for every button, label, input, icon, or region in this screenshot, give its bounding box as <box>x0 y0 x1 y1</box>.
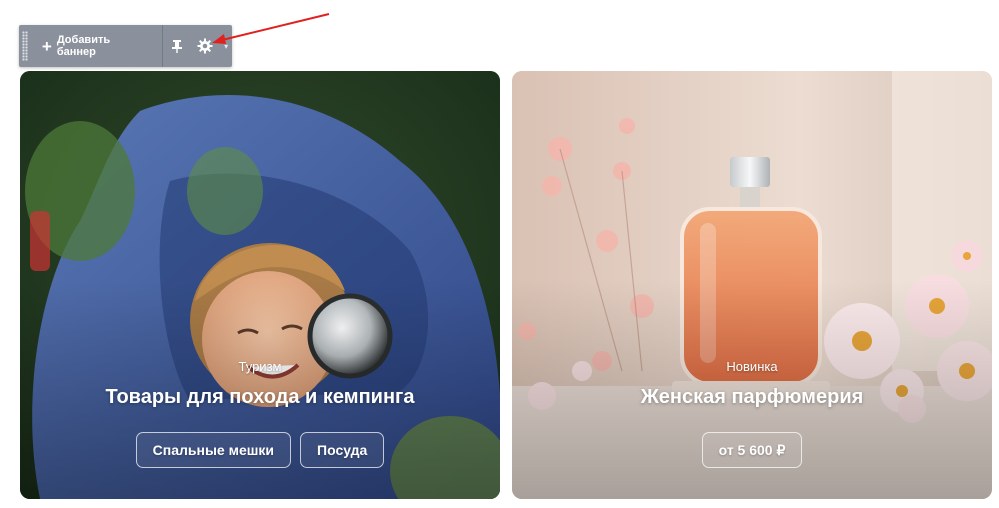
banner-toolbar: + Добавить баннер ▾ <box>19 25 232 67</box>
banner-camping[interactable]: Туризм Товары для похода и кемпинга Спал… <box>20 71 500 499</box>
add-banner-button[interactable]: + Добавить баннер <box>28 25 162 67</box>
pin-button[interactable] <box>163 25 191 67</box>
banner-camping-category: Туризм <box>238 359 282 374</box>
banner-perfume-category: Новинка <box>726 359 778 374</box>
settings-dropdown-toggle[interactable]: ▾ <box>220 25 232 67</box>
banner-perfume-links: от 5 600 ₽ <box>512 432 992 468</box>
cookware-link[interactable]: Посуда <box>300 432 385 468</box>
settings-button[interactable] <box>191 25 220 67</box>
gear-icon <box>197 38 213 54</box>
sleeping-bags-link[interactable]: Спальные мешки <box>135 432 292 468</box>
price-from-link[interactable]: от 5 600 ₽ <box>701 432 803 468</box>
chevron-down-icon: ▾ <box>224 41 229 51</box>
add-banner-label: Добавить баннер <box>56 34 111 58</box>
banner-perfume-title: Женская парфюмерия <box>640 386 864 408</box>
banner-camping-links: Спальные мешки Посуда <box>20 432 500 468</box>
plus-icon: + <box>41 36 52 56</box>
banner-camping-title: Товары для похода и кемпинга <box>105 386 415 408</box>
banner-perfume[interactable]: Новинка Женская парфюмерия от 5 600 ₽ <box>512 71 992 499</box>
pin-icon <box>171 40 182 53</box>
